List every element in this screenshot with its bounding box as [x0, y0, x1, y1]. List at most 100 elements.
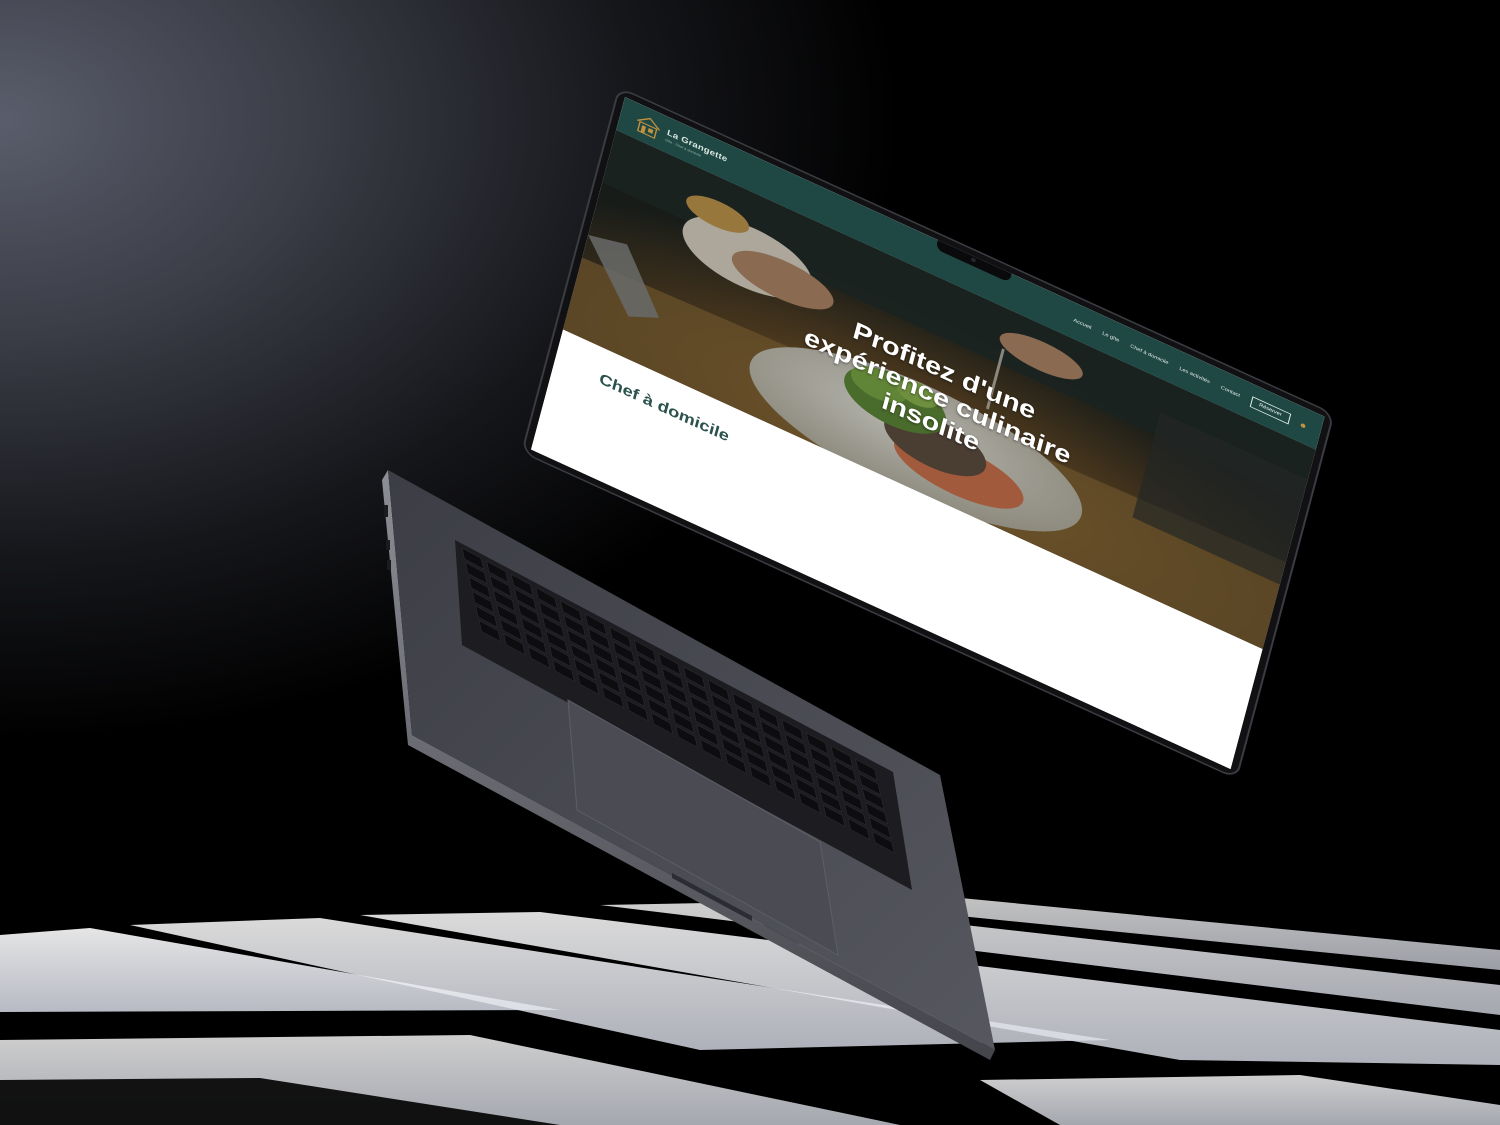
keyboard-key	[682, 666, 706, 689]
keyboard-key	[615, 655, 639, 678]
keyboard-key	[591, 642, 614, 665]
keyboard-key	[816, 775, 839, 799]
keyboard-key	[819, 790, 843, 813]
keyboard-key	[517, 602, 541, 626]
keyboard-key	[724, 751, 748, 775]
keyboard-key	[714, 708, 737, 731]
keyboard-key	[699, 738, 723, 762]
keyboard-key	[475, 605, 498, 628]
keyboard-key	[872, 831, 895, 854]
keyboard-key	[496, 604, 519, 627]
keyboard-key	[535, 587, 558, 610]
keyboard-key	[745, 750, 769, 773]
camera-icon	[970, 257, 977, 263]
keyboard-key	[696, 724, 720, 747]
keyboard-key	[798, 791, 821, 814]
keyboard-key	[661, 667, 685, 690]
keyboard-key	[584, 613, 608, 636]
keyboard-key	[492, 589, 516, 612]
keyboard-key	[552, 659, 575, 682]
keyboard-key	[587, 627, 611, 651]
keyboard-key	[707, 679, 731, 702]
keyboard-key	[665, 682, 688, 705]
keyboard-key	[781, 719, 804, 742]
keyboard-key	[626, 699, 649, 722]
language-flag-icon[interactable]	[1300, 422, 1306, 429]
keyboard-key	[742, 736, 765, 759]
keyboard-key	[686, 680, 709, 704]
keyboard-key	[689, 695, 713, 718]
keyboard-key	[738, 721, 762, 744]
keyboard-key	[486, 560, 509, 583]
keyboard-key	[524, 631, 547, 655]
keyboard-key	[542, 616, 565, 639]
keyboard-key	[598, 671, 621, 694]
keyboard-key	[760, 720, 783, 743]
keyboard-key	[833, 759, 857, 783]
keyboard-key	[566, 629, 590, 652]
keyboard-key	[640, 668, 664, 692]
keyboard-key	[503, 633, 526, 656]
house-logo-icon[interactable]	[633, 110, 664, 141]
keyboard-key	[809, 746, 832, 770]
keyboard-key	[559, 600, 583, 623]
keyboard-key	[855, 758, 878, 781]
keyboard-key	[468, 576, 491, 599]
keyboard-key	[520, 617, 544, 640]
keyboard-key	[822, 804, 846, 828]
keyboard-key	[805, 732, 829, 755]
keyboard-key	[647, 697, 670, 721]
keyboard-key	[861, 787, 885, 810]
keyboard-key	[619, 670, 642, 693]
keyboard-key	[840, 788, 864, 812]
keyboard-key	[668, 696, 692, 719]
keyboard-key	[830, 745, 854, 768]
nav-link-accueil[interactable]: Accueil	[1073, 318, 1092, 331]
keyboard-key	[471, 590, 495, 614]
keyboard-key	[770, 763, 793, 787]
keyboard-key	[732, 692, 755, 715]
keyboard-key	[791, 762, 815, 785]
keyboard-key	[658, 653, 681, 676]
keyboard-key	[548, 645, 572, 668]
nav-link-activites[interactable]: Les activités	[1179, 366, 1211, 384]
keyboard-key	[710, 693, 734, 717]
keyboard-key	[570, 643, 593, 667]
keyboard-key	[601, 685, 625, 709]
keyboard-key	[622, 684, 646, 707]
keyboard-key	[637, 654, 660, 677]
keyboard-key	[812, 761, 836, 784]
keyboard-key	[858, 773, 882, 796]
keyboard-key	[576, 672, 600, 696]
keyboard-key	[766, 749, 790, 772]
keyboard-key	[847, 817, 871, 841]
keyboard-key	[763, 734, 787, 758]
reserve-button[interactable]: Réserver	[1249, 396, 1292, 425]
keyboard-key	[643, 683, 667, 706]
mockup-scene: La Grangette Gîte · Chef à domicile Accu…	[0, 0, 1500, 1125]
keyboard-key	[464, 561, 488, 585]
keyboard-key	[633, 639, 657, 663]
keyboard-key	[784, 733, 808, 756]
keyboard-key	[671, 711, 695, 734]
keyboard-key	[735, 707, 759, 730]
keyboard-key	[612, 641, 636, 664]
keyboard-key	[527, 646, 551, 669]
keyboard-key	[499, 618, 523, 641]
keyboard-key	[788, 748, 811, 771]
keyboard-key	[773, 778, 797, 801]
keyboard-key	[794, 777, 818, 800]
nav-link-contact[interactable]: Contact	[1220, 385, 1240, 398]
keyboard-key	[749, 765, 772, 788]
keyboard-key	[545, 630, 569, 653]
keyboard-key	[510, 573, 534, 597]
keyboard-key	[594, 656, 618, 680]
nav-link-chef[interactable]: Chef à domicile	[1130, 344, 1169, 366]
keyboard-key	[865, 802, 888, 825]
keyboard-key	[609, 626, 632, 649]
nav-link-gite[interactable]: Le gîte	[1102, 331, 1120, 343]
keyboard-key	[693, 709, 716, 733]
keyboard-key	[478, 619, 502, 643]
keyboard-key	[837, 774, 860, 797]
keyboard-key	[538, 601, 562, 624]
